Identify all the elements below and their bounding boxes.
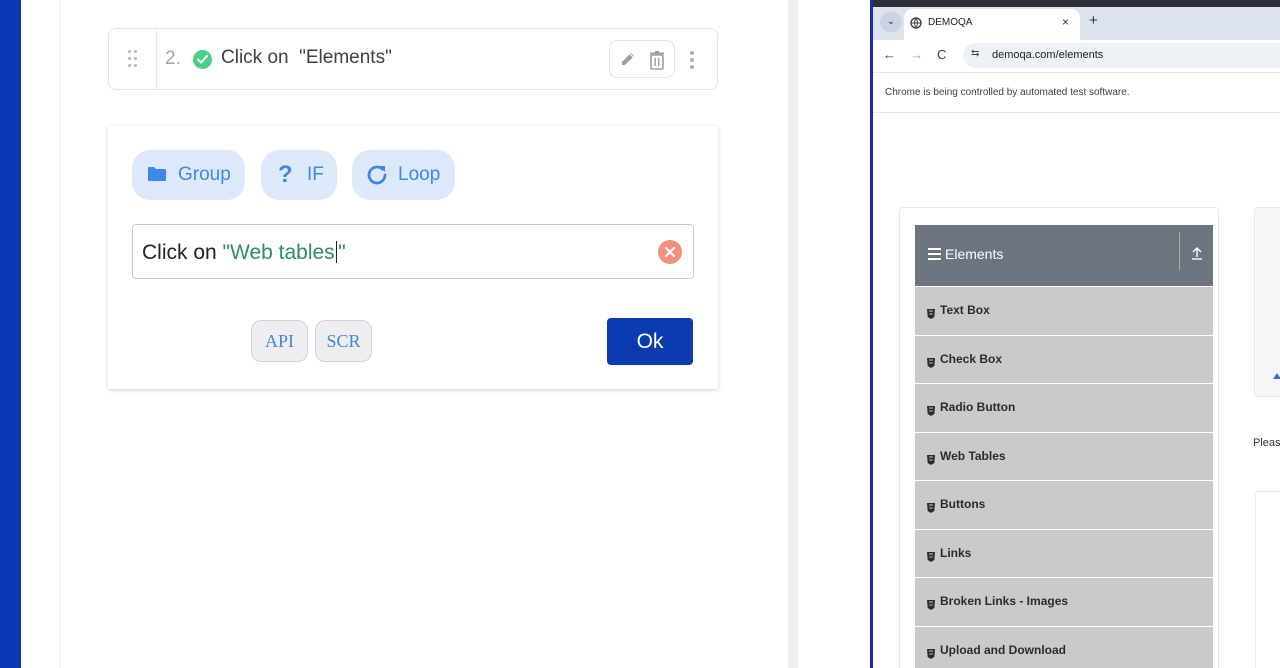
question-icon: ?: [278, 161, 293, 188]
tab-strip: ⌄ DEMOQA × +: [873, 0, 1280, 40]
tab-title: DEMOQA: [928, 17, 973, 28]
add-step-panel: Group ? IF Loop Click on "Web tables " AP…: [108, 126, 718, 389]
elements-menu: Text Box Check Box Radio Button Web Tabl…: [915, 286, 1213, 668]
menu-item-check-box[interactable]: Check Box: [915, 334, 1213, 383]
new-tab-icon[interactable]: +: [1089, 12, 1098, 29]
menu-item-label: Broken Links - Images: [940, 594, 1069, 608]
html5-icon: [927, 597, 935, 610]
menu-item-label: Web Tables: [940, 448, 1006, 463]
menu-item-label: Buttons: [940, 497, 986, 511]
app-side-strip: [0, 0, 21, 668]
html5-icon: [927, 549, 935, 562]
browser-window: ⌄ DEMOQA × + ← → C ⇆ demoqa.com/elements…: [870, 0, 1280, 668]
command-input[interactable]: Click on "Web tables ": [132, 224, 694, 279]
command-input-value: Click on "Web tables ": [142, 241, 346, 265]
loop-chip-button[interactable]: Loop: [352, 150, 455, 200]
api-button[interactable]: API: [251, 320, 308, 362]
back-arrow-icon[interactable]: ←: [883, 47, 896, 62]
group-chip-label: Group: [178, 164, 231, 185]
menu-item-links[interactable]: Links: [915, 528, 1213, 577]
html5-icon: [927, 306, 935, 319]
command-action: Click on: [142, 241, 217, 264]
tab-demoqa[interactable]: DEMOQA ×: [904, 9, 1080, 40]
group-title: Elements: [945, 246, 1004, 262]
automation-notice: Chrome is being controlled by automated …: [885, 87, 1130, 98]
step-number: 2.: [165, 48, 181, 69]
menu-item-broken-links[interactable]: Broken Links - Images: [915, 577, 1213, 626]
web-page: Elements Text Box Check Box Radio Button…: [873, 114, 1280, 668]
content-card: [1254, 207, 1280, 397]
menu-item-text-box[interactable]: Text Box: [915, 286, 1213, 335]
html5-icon: [927, 355, 935, 368]
html5-icon: [927, 500, 935, 513]
html5-icon: [927, 452, 935, 465]
step-card[interactable]: 2. Click on "Elements": [108, 28, 718, 90]
step-divider: [156, 29, 157, 89]
if-chip-label: IF: [307, 164, 324, 185]
loop-chip-label: Loop: [398, 164, 441, 185]
automation-infobar: Chrome is being controlled by automated …: [873, 72, 1280, 113]
menu-item-buttons[interactable]: Buttons: [915, 480, 1213, 529]
menu-item-label: Upload and Download: [940, 642, 1066, 657]
menu-item-web-tables[interactable]: Web Tables: [915, 431, 1213, 480]
html5-icon: [927, 646, 935, 659]
command-closing-quote: ": [338, 241, 346, 264]
folder-icon: [147, 166, 167, 188]
clear-icon[interactable]: [658, 240, 682, 264]
content-text: Pleas: [1253, 437, 1280, 449]
address-bar[interactable]: ⇆ demoqa.com/elements: [963, 43, 1280, 68]
pencil-icon[interactable]: [619, 50, 637, 68]
drag-handle-icon[interactable]: [126, 48, 140, 70]
if-chip-button[interactable]: ? IF: [261, 150, 337, 200]
blank-region: [798, 0, 870, 668]
content-card-icon: [1272, 368, 1280, 379]
forward-arrow-icon[interactable]: →: [910, 47, 923, 62]
screen: 2. Click on "Elements" Group ? IF Loop C…: [0, 0, 1280, 668]
html5-icon: [927, 403, 935, 416]
menu-item-label: Check Box: [940, 351, 1003, 366]
content-card-secondary: [1255, 491, 1280, 668]
tab-search-chevron-icon[interactable]: ⌄: [880, 12, 902, 32]
menu-item-label: Text Box: [940, 303, 990, 317]
window-frame-top: [873, 0, 1280, 7]
collapse-arrow-icon[interactable]: [1191, 245, 1203, 261]
panel-gutter: [788, 0, 798, 668]
hamburger-icon: [928, 248, 942, 260]
step-action: Click on: [221, 47, 289, 68]
menu-item-label: Radio Button: [940, 400, 1016, 414]
check-circle-icon: [193, 50, 212, 69]
step-description: Click on "Elements": [221, 47, 392, 69]
site-info-icon[interactable]: ⇆: [971, 48, 979, 59]
group-header-divider: [1179, 232, 1180, 270]
scr-button[interactable]: SCR: [315, 320, 372, 362]
step-tools-group: [609, 40, 675, 78]
group-header-elements[interactable]: Elements: [915, 225, 1213, 286]
toolbar: ← → C ⇆ demoqa.com/elements: [873, 40, 1280, 72]
menu-item-label: Links: [940, 545, 972, 560]
trash-icon[interactable]: [648, 50, 666, 70]
more-vertical-icon[interactable]: [689, 50, 695, 70]
group-chip-button[interactable]: Group: [132, 150, 245, 200]
editor-column-divider: [59, 0, 60, 668]
step-target: "Elements": [299, 47, 392, 68]
command-target: "Web tables: [222, 241, 335, 264]
globe-icon: [910, 16, 922, 34]
elements-sidebar: Elements Text Box Check Box Radio Button…: [899, 207, 1219, 668]
reload-icon[interactable]: C: [937, 47, 946, 62]
refresh-icon: [365, 163, 389, 193]
text-caret: [335, 241, 338, 263]
menu-item-upload-download[interactable]: Upload and Download: [915, 625, 1213, 668]
tab-close-icon[interactable]: ×: [1062, 15, 1069, 29]
url-text: demoqa.com/elements: [992, 49, 1104, 61]
ok-button[interactable]: Ok: [607, 318, 693, 365]
menu-item-radio-button[interactable]: Radio Button: [915, 383, 1213, 432]
